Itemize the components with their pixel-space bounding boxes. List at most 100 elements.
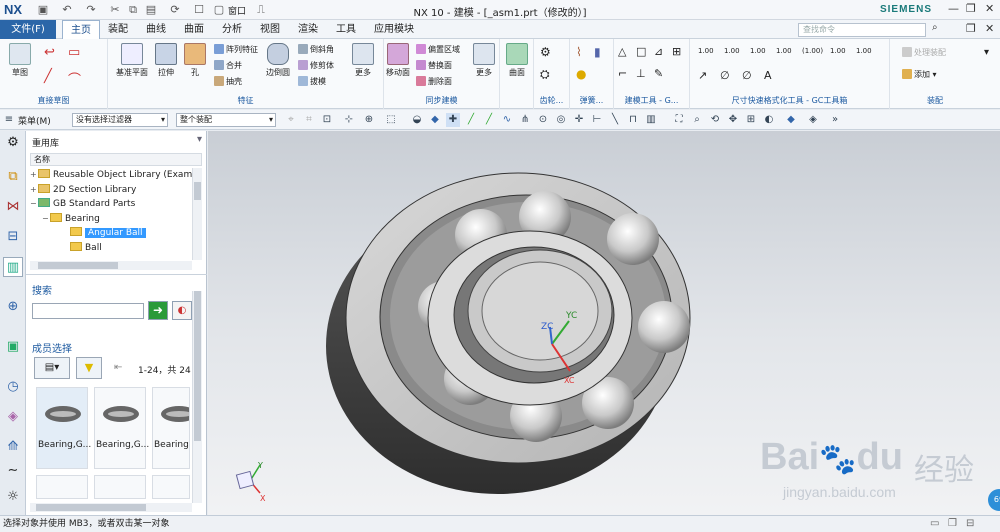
bounded-snap-icon[interactable]: ▥ xyxy=(644,113,658,127)
fit-view-icon[interactable]: ⛶ xyxy=(672,113,686,127)
close-icon[interactable]: ✕ xyxy=(985,2,994,15)
grid-tool-icon[interactable]: ⊞ xyxy=(672,45,681,58)
part-navigator-icon[interactable]: ⊟ xyxy=(3,227,23,247)
panel-scrollbar[interactable] xyxy=(192,291,202,503)
status-window-icon[interactable]: ▭ xyxy=(930,516,939,532)
square-tool-icon[interactable]: □ xyxy=(636,45,646,58)
member-thumbnail[interactable]: Bearing,G... xyxy=(36,387,91,469)
end-snap-icon[interactable]: ╲ xyxy=(608,113,622,127)
doc-restore-icon[interactable]: ❐ xyxy=(966,22,976,35)
orient-view-icon[interactable]: ⊞ xyxy=(744,113,758,127)
diameter-tool-icon[interactable]: ∅ xyxy=(742,69,752,82)
sketch-button[interactable]: 草图 xyxy=(6,43,34,78)
reuse-library-icon[interactable]: ▥ xyxy=(3,257,23,277)
more-features-button[interactable]: 更多 xyxy=(348,43,378,78)
offset-region-button[interactable]: 偏置区域 xyxy=(416,44,460,55)
draft-button[interactable]: 拔模 xyxy=(298,76,326,87)
tab-view[interactable]: 视图 xyxy=(252,20,288,39)
member-thumbnail[interactable] xyxy=(152,475,190,499)
gear-icon[interactable]: ⛭ xyxy=(540,67,550,82)
tree-scrollbar[interactable] xyxy=(192,168,202,260)
corner-tool-icon[interactable]: ⌐ xyxy=(618,67,627,80)
arc-icon[interactable]: ⌒ xyxy=(68,69,81,88)
dimension-format-icon[interactable]: (1.00) xyxy=(802,47,823,55)
search-icon[interactable]: ⌕ xyxy=(932,22,938,33)
tree-hscrollbar[interactable] xyxy=(30,261,192,270)
select-box-icon[interactable]: ⬚ xyxy=(384,113,398,127)
menu-button[interactable]: 菜单(M) xyxy=(18,114,51,127)
scroll-thumb[interactable] xyxy=(38,262,118,269)
rectangle-icon[interactable]: ▭ xyxy=(68,45,80,60)
snap-point-icon[interactable]: ✚ xyxy=(446,113,460,127)
clock-icon[interactable]: ◷ xyxy=(3,377,23,397)
cube-view-icon[interactable]: ◆ xyxy=(784,113,798,127)
thumb-hscrollbar[interactable] xyxy=(30,503,192,512)
chamfer-button[interactable]: 倒斜角 xyxy=(298,44,334,55)
history-icon[interactable]: ▣ xyxy=(3,337,23,357)
search-input[interactable] xyxy=(32,303,144,319)
dimension-format-icon[interactable]: 1.00 xyxy=(698,47,714,55)
profile-icon[interactable]: ↩ xyxy=(44,45,55,60)
status-window-icon[interactable]: ⊟ xyxy=(966,516,974,532)
tab-analysis[interactable]: 分析 xyxy=(214,20,250,39)
tree-node[interactable]: +2D Section Library xyxy=(30,183,192,198)
column-header-name[interactable]: 名称 xyxy=(30,153,202,166)
point-snap-icon[interactable]: ✛ xyxy=(572,113,586,127)
member-thumbnail[interactable] xyxy=(36,475,88,499)
shaded-icon[interactable]: ◆ xyxy=(428,113,442,127)
delete-face-button[interactable]: 删除面 xyxy=(416,76,452,87)
dimension-format-icon[interactable]: 1.00 xyxy=(776,47,792,55)
view-mode-icon[interactable]: ◒ xyxy=(410,113,424,127)
ribbon-options-icon[interactable]: ▾ xyxy=(984,47,989,58)
tree-node[interactable]: − Bearing xyxy=(30,212,192,227)
tab-assembly[interactable]: 装配 xyxy=(100,20,136,39)
process-studio-icon[interactable]: ⟰ xyxy=(3,437,23,457)
snap-icon[interactable]: ⌗ xyxy=(302,113,316,127)
chart-tool-icon[interactable]: ⊿ xyxy=(654,45,663,58)
add-component-button[interactable]: 添加 ▾ xyxy=(902,69,937,80)
text-tool-icon[interactable]: A xyxy=(764,69,772,82)
datum-plane-button[interactable]: 基准平面 xyxy=(112,43,152,78)
dimension-format-icon[interactable]: 1.00 xyxy=(856,47,872,55)
scroll-thumb[interactable] xyxy=(194,182,201,200)
axis-tool-icon[interactable]: ⊥ xyxy=(636,67,646,80)
selection-filter-dropdown[interactable]: 没有选择过滤器 xyxy=(72,113,168,127)
system-scenes-icon[interactable]: ☼ xyxy=(3,487,23,507)
face-snap-icon[interactable]: ⊓ xyxy=(626,113,640,127)
web-browser-icon[interactable]: ⊕ xyxy=(3,297,23,317)
member-thumbnail[interactable] xyxy=(94,475,146,499)
gear-tool-icon[interactable]: ⚙ xyxy=(540,45,551,59)
line-snap-icon[interactable]: ╱ xyxy=(464,113,478,127)
layer-icon[interactable]: ◈ xyxy=(806,113,820,127)
tree-node[interactable]: − GB Standard Parts xyxy=(30,197,192,212)
dimension-format-icon[interactable]: 1.00 xyxy=(724,47,740,55)
shell-button[interactable]: 抽壳 xyxy=(214,76,242,87)
panel-menu-icon[interactable]: ▾ xyxy=(197,134,202,145)
edge-blend-button[interactable]: 边倒圆 xyxy=(262,43,294,78)
tab-tools[interactable]: 工具 xyxy=(328,20,364,39)
snap-icon[interactable]: ⌖ xyxy=(284,113,298,127)
rotate-icon[interactable]: ⟲ xyxy=(708,113,722,127)
arc-center-snap-icon[interactable]: ⊙ xyxy=(536,113,550,127)
system-materials-icon[interactable]: ◈ xyxy=(3,407,23,427)
advanced-search-button[interactable]: ◐ xyxy=(172,301,192,320)
tab-applications[interactable]: 应用模块 xyxy=(366,20,422,39)
settings-icon[interactable]: ⚙ xyxy=(3,133,23,153)
spring-icon[interactable]: ⌇ xyxy=(576,45,582,59)
file-menu[interactable]: 文件(F) xyxy=(0,20,56,39)
dimension-format-icon[interactable]: 1.00 xyxy=(830,47,846,55)
tab-curve[interactable]: 曲线 xyxy=(138,20,174,39)
unite-button[interactable]: 合并 xyxy=(214,60,242,71)
select-icon[interactable]: ⊡ xyxy=(320,113,334,127)
hole-button[interactable]: 孔 xyxy=(182,43,208,78)
minimize-icon[interactable]: — xyxy=(948,2,959,15)
spring-tool-icon[interactable]: ▮ xyxy=(594,45,601,59)
more-icon[interactable]: » xyxy=(828,113,842,127)
dimension-format-icon[interactable]: 1.00 xyxy=(750,47,766,55)
member-select-title[interactable]: 成员选择 xyxy=(32,340,72,355)
render-style-icon[interactable]: ◐ xyxy=(762,113,776,127)
assembly-navigator-icon[interactable]: ⧉ xyxy=(3,167,23,187)
member-thumbnail[interactable]: Bearing xyxy=(152,387,190,469)
diameter-tool-icon[interactable]: ∅ xyxy=(720,69,730,82)
status-window-icon[interactable]: ❐ xyxy=(948,516,957,532)
